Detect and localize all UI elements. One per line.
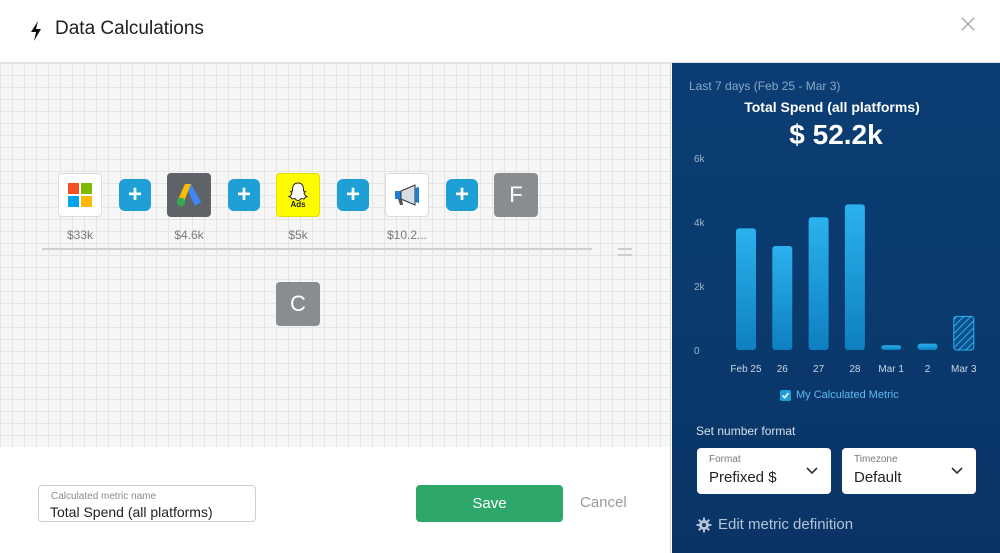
add-operation-button[interactable]: + xyxy=(228,179,260,211)
preview-panel: Last 7 days (Feb 25 - Mar 3) Total Spend… xyxy=(672,63,1000,553)
number-format-label: Set number format xyxy=(696,424,796,438)
dialog-header: Data Calculations xyxy=(0,0,1000,63)
metric-name-input[interactable] xyxy=(50,504,250,520)
edit-metric-label: Edit metric definition xyxy=(718,516,854,533)
source-amount: $10.2... xyxy=(386,228,428,242)
bottom-bar: Calculated metric name Save Cancel xyxy=(0,447,671,553)
save-button[interactable]: Save xyxy=(416,485,563,522)
y-tick-label: 0 xyxy=(694,346,700,357)
add-operation-button[interactable]: + xyxy=(337,179,369,211)
chart-bar[interactable] xyxy=(736,228,756,350)
microsoft-icon[interactable] xyxy=(58,173,102,217)
chart-legend[interactable]: My Calculated Metric xyxy=(780,389,899,401)
metric-value: $ 52.2k xyxy=(789,119,883,150)
formula-canvas[interactable]: $33k + $4.6k + Ads $5k + $10.2... + F C xyxy=(0,63,671,447)
cancel-button[interactable]: Cancel xyxy=(580,494,627,511)
chevron-down-icon xyxy=(951,467,963,475)
y-tick-label: 2k xyxy=(694,282,706,293)
x-tick-label: 27 xyxy=(813,364,825,375)
metric-name-label: Calculated metric name xyxy=(51,491,157,502)
x-tick-label: 28 xyxy=(849,364,861,375)
checkbox-checked-icon[interactable] xyxy=(780,389,791,401)
gear-icon xyxy=(696,517,712,532)
google-ads-logo xyxy=(176,184,201,207)
source-amount: $4.6k xyxy=(174,228,204,242)
chart-bar[interactable] xyxy=(953,315,975,351)
formula-variable-f[interactable]: F xyxy=(494,173,538,217)
edit-metric-link[interactable]: Edit metric definition xyxy=(696,516,853,533)
chart-bar[interactable] xyxy=(917,343,938,350)
formula-variable-c[interactable]: C xyxy=(276,282,320,326)
chevron-down-icon xyxy=(806,467,818,475)
format-dropdown[interactable]: Format Prefixed $ xyxy=(697,448,831,494)
add-operation-button[interactable]: + xyxy=(446,179,478,211)
timezone-dropdown-label: Timezone xyxy=(854,454,898,465)
x-tick-label: Mar 3 xyxy=(951,364,977,375)
megaphone-icon[interactable] xyxy=(385,173,429,217)
y-tick-label: 6k xyxy=(694,154,706,165)
megaphone-logo xyxy=(395,184,419,206)
x-tick-label: 2 xyxy=(925,364,931,375)
ghost-icon xyxy=(288,181,308,201)
chart-bar[interactable] xyxy=(881,345,902,350)
metric-name-field[interactable]: Calculated metric name xyxy=(38,485,256,522)
snapchat-ads-icon[interactable]: Ads xyxy=(276,173,320,217)
x-tick-label: 26 xyxy=(777,364,789,375)
bolt-icon xyxy=(31,21,41,41)
google-ads-icon[interactable] xyxy=(167,173,211,217)
x-tick-label: Mar 1 xyxy=(878,364,904,375)
format-dropdown-value: Prefixed $ xyxy=(709,469,777,486)
add-operation-button[interactable]: + xyxy=(119,179,151,211)
microsoft-logo xyxy=(68,183,92,207)
format-dropdown-label: Format xyxy=(709,454,741,465)
x-tick-label: Feb 25 xyxy=(730,364,762,375)
legend-label: My Calculated Metric xyxy=(796,389,899,401)
fraction-line xyxy=(42,248,592,250)
chart-bar[interactable] xyxy=(844,204,865,350)
timezone-dropdown[interactable]: Timezone Default xyxy=(842,448,976,494)
timezone-dropdown-value: Default xyxy=(854,469,902,486)
chart-bar[interactable] xyxy=(772,246,793,350)
ads-badge: Ads xyxy=(290,199,306,209)
dialog-title: Data Calculations xyxy=(55,18,204,39)
y-tick-label: 4k xyxy=(694,218,706,229)
spend-bar-chart: 6k 4k 2k 0 Feb 25 26 27 28 Mar 1 2 Mar 3 xyxy=(694,154,977,375)
source-amount: $33k xyxy=(66,228,94,242)
date-range: Last 7 days (Feb 25 - Mar 3) xyxy=(689,79,841,93)
metric-title: Total Spend (all platforms) xyxy=(744,99,920,115)
close-icon[interactable] xyxy=(958,14,978,34)
equals-sign xyxy=(618,248,632,256)
source-amount: $5k xyxy=(288,228,308,242)
chart-bar[interactable] xyxy=(808,217,829,350)
